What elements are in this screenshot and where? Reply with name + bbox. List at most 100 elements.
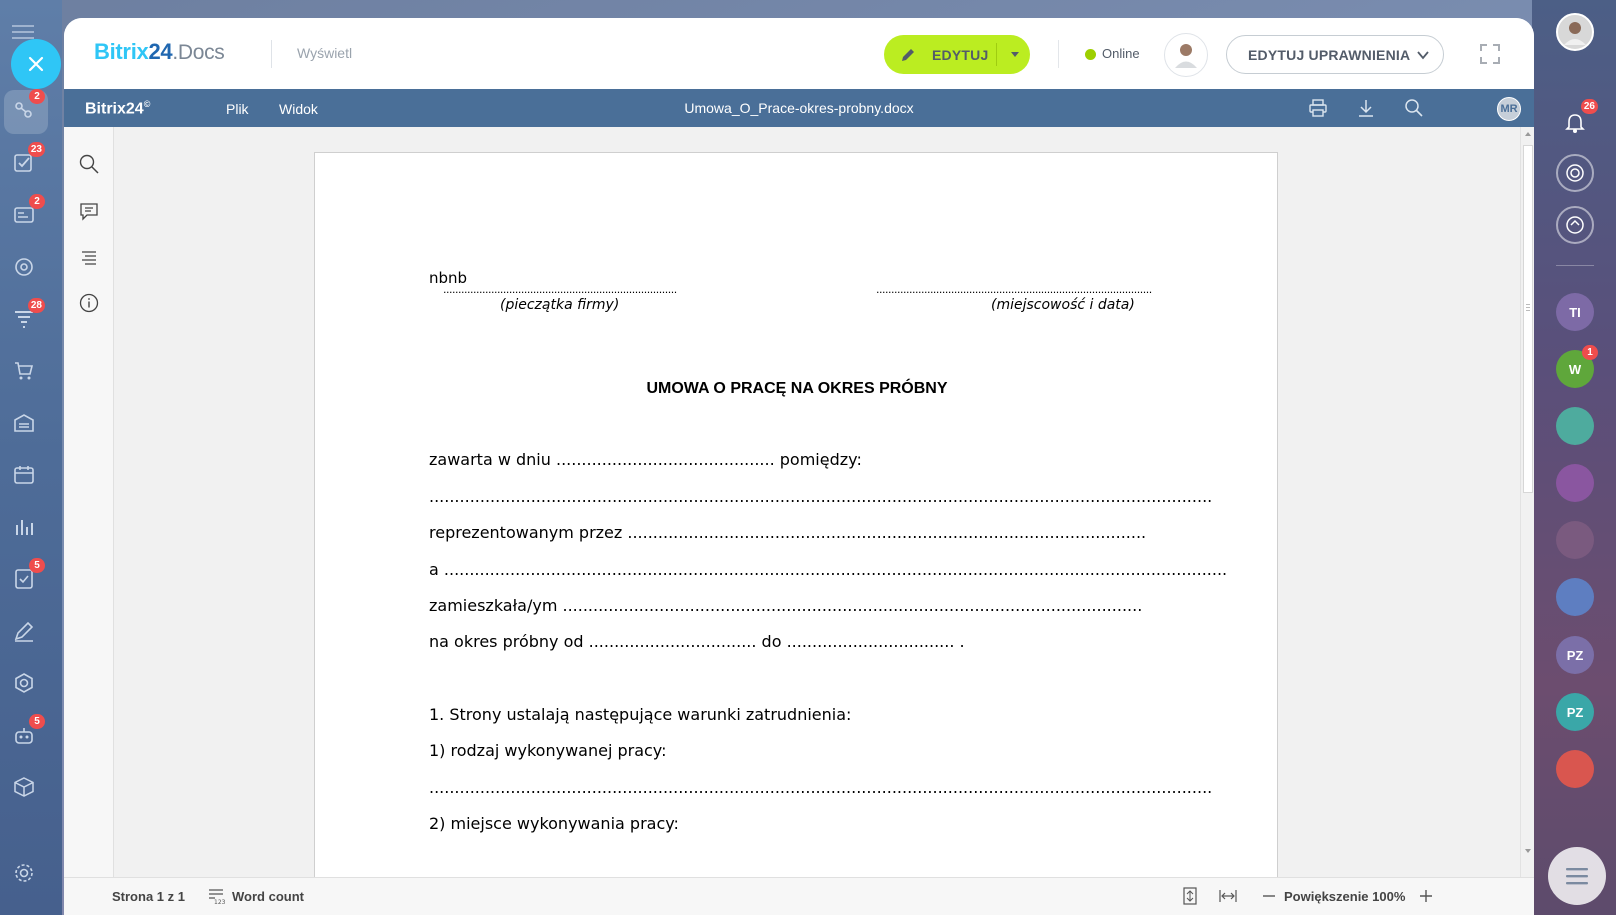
document-line: zawarta w dniu .........................…	[429, 450, 862, 469]
document-line: a ......................................…	[429, 560, 1228, 579]
document-line: reprezentowanym przez ..................…	[429, 523, 1147, 542]
sidebar-item-store[interactable]	[9, 408, 39, 438]
sidebar-item-checklist[interactable]: 5	[9, 558, 45, 594]
place-date-caption: (miejscowość i data)	[991, 297, 1135, 313]
sidebar-item-calendar[interactable]	[9, 460, 39, 490]
dropdown-caret-icon[interactable]	[1008, 47, 1022, 61]
document-line: 1. Strony ustalają następujące warunki z…	[429, 705, 852, 724]
chevron-down-icon	[1417, 51, 1429, 60]
recent-chat-item[interactable]: TI	[1556, 293, 1594, 331]
scroll-up-icon[interactable]	[1524, 130, 1532, 138]
chat-avatar-initials: W	[1568, 361, 1582, 377]
vertical-scrollbar[interactable]	[1520, 127, 1534, 877]
notifications-button[interactable]: 26	[1556, 99, 1598, 142]
document-viewer-panel: Bitrix24.Docs Wyświetl EDYTUJ Online EDY…	[64, 18, 1534, 915]
navigation-icon[interactable]	[78, 246, 100, 268]
editor-user-avatar[interactable]: MR	[1497, 97, 1521, 121]
document-line: 1) rodzaj wykonywanej pracy:	[429, 741, 667, 760]
fit-page-icon[interactable]	[1181, 887, 1199, 905]
list-icon	[1566, 868, 1588, 885]
chat-avatar-initials: TI	[1569, 304, 1581, 320]
sidebar-item-settings[interactable]	[9, 858, 39, 888]
print-icon[interactable]	[1308, 98, 1328, 118]
left-sidebar: 2 23 2 28 5 5	[0, 0, 62, 915]
sidebar-item-tasks[interactable]: 23	[9, 142, 45, 178]
recent-chat-item[interactable]	[1556, 464, 1594, 502]
zoom-out-icon[interactable]	[1260, 887, 1278, 905]
document-canvas[interactable]: nbnb ...................................…	[114, 127, 1520, 892]
scrollbar-thumb[interactable]	[1523, 145, 1533, 493]
sidebar-item-sites[interactable]	[9, 252, 39, 282]
edit-button-label: EDYTUJ	[932, 46, 989, 63]
sidebar-item-crm[interactable]: 2	[9, 89, 45, 125]
sidebar-badge: 5	[29, 558, 45, 573]
fullscreen-icon[interactable]	[1479, 43, 1501, 65]
sidebar-item-funnel[interactable]: 28	[9, 298, 45, 334]
word-count-icon[interactable]: 123	[207, 887, 225, 905]
close-slider-button[interactable]	[11, 39, 61, 89]
user-avatar[interactable]	[1556, 13, 1594, 51]
word-count-button[interactable]: Word count	[232, 889, 304, 904]
recent-chat-item[interactable]	[1556, 578, 1594, 616]
pencil-icon	[902, 48, 914, 61]
fit-width-icon[interactable]	[1219, 887, 1237, 905]
scroll-down-icon[interactable]	[1524, 847, 1532, 855]
sidebar-badge: 2	[29, 89, 45, 104]
target-icon	[1566, 164, 1584, 182]
open-lines-button[interactable]	[1556, 154, 1594, 192]
document-line: ........................................…	[429, 487, 1213, 506]
viewer-header: Bitrix24.Docs Wyświetl EDYTUJ Online EDY…	[64, 18, 1534, 89]
recent-chat-item[interactable]	[1556, 750, 1594, 788]
sidebar-badge: 5	[29, 714, 45, 729]
sidebar-badge: 23	[27, 142, 45, 157]
search-icon[interactable]	[78, 153, 100, 175]
store-icon	[14, 414, 34, 432]
document-page[interactable]: nbnb ...................................…	[314, 152, 1278, 892]
edit-button[interactable]: EDYTUJ	[884, 35, 1030, 74]
header-divider	[1058, 40, 1059, 68]
recent-chat-item[interactable]: PZ	[1556, 636, 1594, 674]
comments-icon[interactable]	[78, 200, 100, 222]
recent-chat-item[interactable]: W1	[1556, 345, 1598, 388]
box-icon	[14, 777, 34, 797]
download-icon[interactable]	[1356, 98, 1376, 118]
shop-icon	[15, 362, 34, 380]
recent-chat-item[interactable]	[1556, 521, 1594, 559]
sidebar-item-hexagon[interactable]	[9, 668, 39, 698]
menu-icon[interactable]	[12, 24, 34, 40]
chat-badge: 1	[1582, 345, 1598, 360]
sidebar-item-box[interactable]	[9, 772, 39, 802]
chat-avatar-initials: PZ	[1566, 704, 1584, 720]
analytics-icon	[16, 520, 33, 535]
sidebar-item-shop[interactable]	[9, 356, 39, 386]
sidebar-item-sign[interactable]	[9, 616, 39, 646]
header-divider	[271, 40, 272, 68]
chat-sync-icon	[1566, 216, 1584, 234]
sidebar-item-analytics[interactable]	[9, 512, 39, 542]
search-icon[interactable]	[1404, 98, 1424, 118]
close-icon	[28, 56, 44, 72]
info-icon[interactable]	[78, 292, 100, 314]
sidebar-item-robot[interactable]: 5	[9, 714, 45, 750]
calendar-icon	[14, 466, 34, 484]
sidebar-badge: 28	[27, 298, 45, 313]
edit-permissions-button[interactable]: EDYTUJ UPRAWNIENIA	[1226, 35, 1444, 74]
collaborator-avatar[interactable]	[1164, 33, 1208, 77]
recent-chat-item[interactable]	[1556, 407, 1594, 445]
editor-toolbar: Bitrix24© Plik Widok Umowa_O_Prace-okres…	[64, 89, 1534, 127]
zoom-in-icon[interactable]	[1417, 887, 1435, 905]
page-indicator: Strona 1 z 1	[112, 889, 185, 904]
place-dotted-line: ........................................…	[876, 283, 1152, 296]
edit-button-divider	[996, 43, 997, 66]
document-line: 2) miejsce wykonywania pracy:	[429, 814, 679, 833]
sidebar-badge: 2	[29, 194, 45, 209]
document-line: zamieszkała/ym .........................…	[429, 596, 1143, 615]
status-bar: Strona 1 z 1 123 Word count Powiększenie…	[64, 877, 1534, 915]
stamp-caption: (pieczątka firmy)	[500, 297, 620, 313]
stamp-dotted-line: ........................................…	[443, 283, 677, 296]
sidebar-item-feed[interactable]: 2	[9, 194, 45, 230]
svg-text:123: 123	[214, 899, 225, 905]
sync-chat-button[interactable]	[1556, 206, 1594, 244]
chat-list-button[interactable]	[1548, 847, 1606, 905]
recent-chat-item[interactable]: PZ	[1556, 693, 1594, 731]
